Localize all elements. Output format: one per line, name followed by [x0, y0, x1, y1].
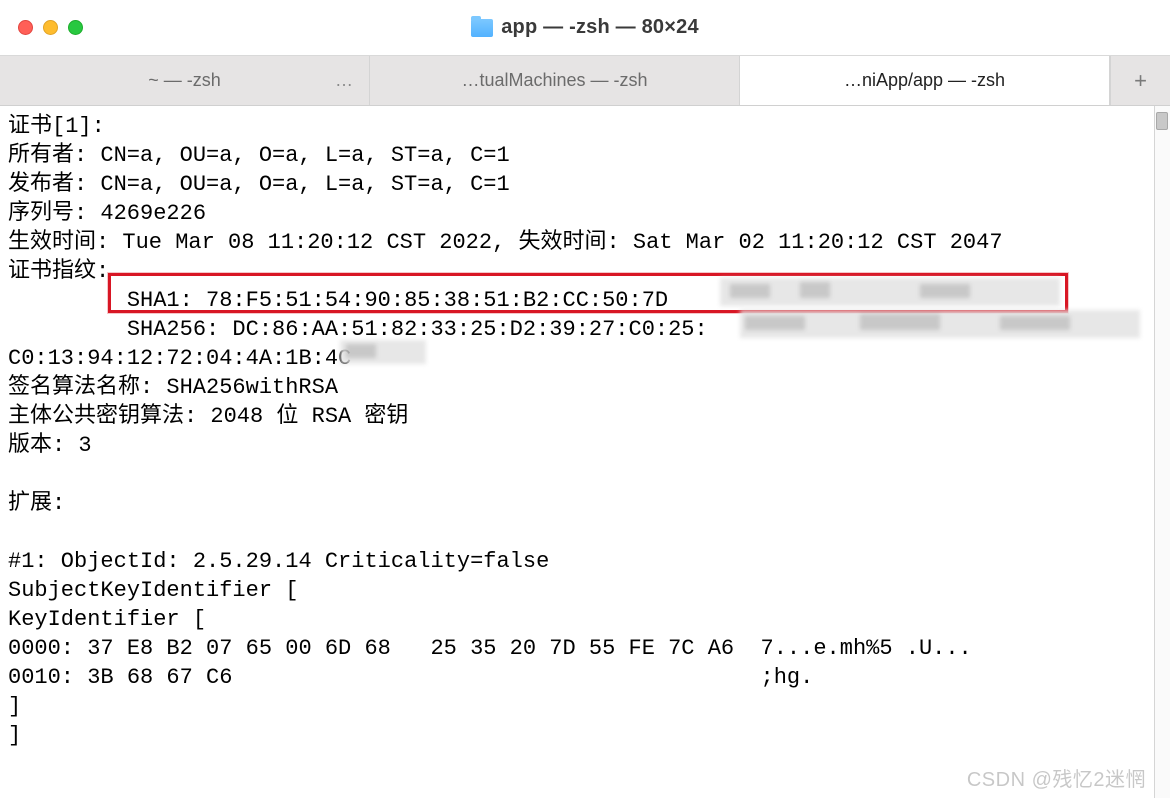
redacted-region: [740, 310, 1140, 338]
term-line-sha1: SHA1: 78:F5:51:54:90:85:38:51:B2:CC:50:7…: [8, 288, 668, 313]
tab-home[interactable]: ~ — -zsh …: [0, 56, 370, 105]
term-line-sha256: SHA256: DC:86:AA:51:82:33:25:D2:39:27:C0…: [8, 317, 708, 342]
window-titlebar: app — -zsh — 80×24: [0, 0, 1170, 56]
tab-label: ~ — -zsh: [148, 70, 221, 91]
term-line: ]: [8, 723, 21, 748]
close-icon[interactable]: [18, 20, 33, 35]
window-title: app — -zsh — 80×24: [0, 16, 1170, 39]
term-line: ]: [8, 694, 21, 719]
new-tab-button[interactable]: +: [1110, 56, 1170, 105]
zoom-icon[interactable]: [68, 20, 83, 35]
scroll-marker-icon: [1156, 112, 1168, 130]
term-line: 证书指纹:: [8, 259, 109, 284]
tab-label: …tualMachines — -zsh: [461, 70, 647, 91]
term-line: SubjectKeyIdentifier [: [8, 578, 298, 603]
term-line: 0010: 3B 68 67 C6 ;hg.: [8, 665, 813, 690]
term-line: #1: ObjectId: 2.5.29.14 Criticality=fals…: [8, 549, 549, 574]
term-line: 签名算法名称: SHA256withRSA: [8, 375, 338, 400]
terminal-output[interactable]: 证书[1]: 所有者: CN=a, OU=a, O=a, L=a, ST=a, …: [0, 106, 1170, 798]
term-line: 0000: 37 E8 B2 07 65 00 6D 68 25 35 20 7…: [8, 636, 972, 661]
term-line: 发布者: CN=a, OU=a, O=a, L=a, ST=a, C=1: [8, 172, 510, 197]
term-line: 生效时间: Tue Mar 08 11:20:12 CST 2022, 失效时间…: [8, 230, 1003, 255]
tab-vm[interactable]: …tualMachines — -zsh: [370, 56, 740, 105]
term-line: 所有者: CN=a, OU=a, O=a, L=a, ST=a, C=1: [8, 143, 510, 168]
term-line: 扩展:: [8, 491, 78, 516]
term-line: 主体公共密钥算法: 2048 位 RSA 密钥: [8, 404, 408, 429]
terminal-scrollbar[interactable]: [1154, 106, 1170, 798]
folder-icon: [471, 19, 493, 37]
tab-app[interactable]: …niApp/app — -zsh: [740, 56, 1110, 105]
traffic-lights: [18, 20, 83, 35]
redacted-region: [720, 278, 1060, 306]
term-line: C0:13:94:12:72:04:4A:1B:4C: [8, 346, 351, 371]
tab-bar: ~ — -zsh … …tualMachines — -zsh …niApp/a…: [0, 56, 1170, 106]
window-title-text: app — -zsh — 80×24: [501, 16, 699, 39]
term-line: 证书[1]:: [8, 114, 105, 139]
tab-label: …niApp/app — -zsh: [844, 70, 1005, 91]
term-line: 序列号: 4269e226: [8, 201, 206, 226]
term-line: 版本: 3: [8, 433, 92, 458]
redacted-region: [340, 340, 426, 364]
tab-ellipsis-icon: …: [335, 70, 355, 91]
plus-icon: +: [1134, 68, 1147, 94]
term-line: KeyIdentifier [: [8, 607, 206, 632]
minimize-icon[interactable]: [43, 20, 58, 35]
terminal-area: 证书[1]: 所有者: CN=a, OU=a, O=a, L=a, ST=a, …: [0, 106, 1170, 798]
